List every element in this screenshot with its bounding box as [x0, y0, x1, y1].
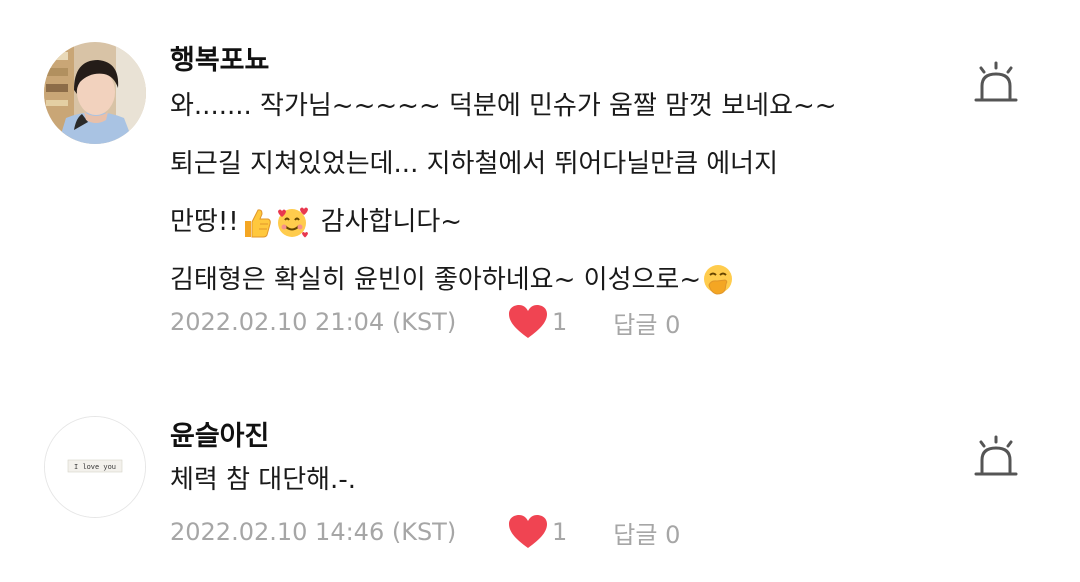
comment-text: 와....... 작가님~~~~~ 덕분에 민슈가 움짤 맘껏 보네요~~ 퇴근… — [170, 86, 950, 318]
profile-image-icon: I love you — [45, 417, 145, 517]
comment-line-text: 퇴근길 지쳐있었는데... 지하철에서 뛰어다닐만큼 에너지 — [170, 149, 779, 179]
comment-line-text: 와....... 작가님~~~~~ 덕분에 민슈가 움짤 맘껏 보네요~~ — [170, 91, 837, 121]
like-button[interactable]: 1 — [508, 304, 567, 340]
comment-line-text: 만땅!! — [170, 207, 239, 237]
comment-line-text: 김태형은 확실히 윤빈이 좋아하네요~ 이성으로~ — [170, 265, 702, 295]
comment-line: 체력 참 대단해.-. — [170, 460, 950, 518]
comment-meta: 2022.02.10 21:04 (KST) 1 답글 0 — [170, 302, 680, 342]
heart-icon[interactable] — [508, 304, 548, 340]
username[interactable]: 윤슬아진 — [170, 414, 269, 453]
comment-meta: 2022.02.10 14:46 (KST) 1 답글 0 — [170, 512, 680, 552]
comment-item: I love you 윤슬아진 체력 참 대단해.-. 2022.02.10 1… — [0, 400, 1080, 582]
comment-line-text: 감사합니다~ — [320, 207, 463, 237]
heart-icon[interactable] — [508, 514, 548, 550]
timestamp: 2022.02.10 21:04 (KST) — [170, 308, 457, 336]
face-with-hand-over-mouth-icon — [704, 265, 733, 295]
siren-icon[interactable] — [972, 60, 1020, 108]
like-button[interactable]: 1 — [508, 514, 567, 550]
smiling-face-with-hearts-icon — [277, 207, 308, 238]
profile-photo-icon — [44, 42, 146, 144]
siren-icon[interactable] — [972, 434, 1020, 482]
comment-item: 행복포뇨 와....... 작가님~~~~~ 덕분에 민슈가 움짤 맘껏 보네요… — [0, 0, 1080, 360]
reply-button[interactable]: 답글 0 — [613, 305, 680, 340]
like-count: 1 — [552, 308, 568, 336]
comment-line: 와....... 작가님~~~~~ 덕분에 민슈가 움짤 맘껏 보네요~~ — [170, 86, 950, 144]
reply-button[interactable]: 답글 0 — [613, 515, 680, 550]
report-button[interactable] — [972, 60, 1020, 108]
comment-text: 체력 참 대단해.-. — [170, 460, 950, 518]
thumbs-up-icon — [244, 209, 271, 238]
timestamp: 2022.02.10 14:46 (KST) — [170, 518, 457, 546]
comment-line: 퇴근길 지쳐있었는데... 지하철에서 뛰어다닐만큼 에너지 — [170, 144, 950, 202]
avatar[interactable]: I love you — [44, 416, 146, 518]
report-button[interactable] — [972, 434, 1020, 482]
username[interactable]: 행복포뇨 — [170, 38, 269, 77]
avatar-label: I love you — [74, 464, 116, 472]
like-count: 1 — [552, 518, 568, 546]
comment-line-text: 체력 참 대단해.-. — [170, 465, 356, 495]
comment-line: 만땅!! 감사합니다~ — [170, 202, 950, 260]
avatar[interactable] — [44, 42, 146, 144]
